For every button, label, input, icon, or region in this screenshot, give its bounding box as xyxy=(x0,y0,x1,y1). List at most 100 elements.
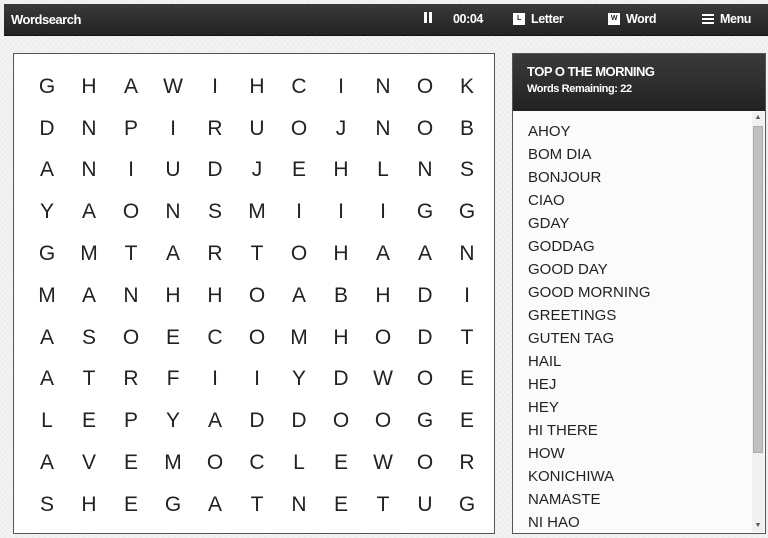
grid-cell[interactable]: V xyxy=(68,442,110,484)
grid-cell[interactable]: G xyxy=(446,484,488,526)
grid-cell[interactable]: L xyxy=(26,400,68,442)
grid-cell[interactable]: A xyxy=(26,150,68,192)
grid-cell[interactable]: I xyxy=(320,66,362,108)
grid-cell[interactable]: I xyxy=(236,359,278,401)
grid-cell[interactable]: D xyxy=(26,108,68,150)
grid-cell[interactable]: O xyxy=(110,191,152,233)
letter-grid[interactable]: GHAWIHCINOKDNPIRUOJNOBANIUDJEHLNSYAONSMI… xyxy=(26,66,488,526)
menu-button[interactable]: Menu xyxy=(702,12,751,26)
grid-cell[interactable]: H xyxy=(236,66,278,108)
grid-cell[interactable]: H xyxy=(320,317,362,359)
grid-cell[interactable]: Y xyxy=(152,400,194,442)
grid-cell[interactable]: O xyxy=(278,233,320,275)
pause-button[interactable] xyxy=(424,12,433,23)
grid-cell[interactable]: A xyxy=(26,317,68,359)
grid-cell[interactable]: O xyxy=(404,442,446,484)
grid-cell[interactable]: I xyxy=(446,275,488,317)
grid-cell[interactable]: N xyxy=(362,66,404,108)
grid-cell[interactable]: R xyxy=(446,442,488,484)
grid-cell[interactable]: E xyxy=(446,400,488,442)
grid-cell[interactable]: W xyxy=(152,66,194,108)
grid-cell[interactable]: E xyxy=(446,359,488,401)
grid-cell[interactable]: C xyxy=(278,66,320,108)
grid-cell[interactable]: G xyxy=(152,484,194,526)
grid-cell[interactable]: R xyxy=(194,108,236,150)
grid-cell[interactable]: O xyxy=(278,108,320,150)
grid-cell[interactable]: N xyxy=(362,108,404,150)
grid-cell[interactable]: M xyxy=(236,191,278,233)
grid-cell[interactable]: A xyxy=(362,233,404,275)
grid-cell[interactable]: C xyxy=(236,442,278,484)
grid-cell[interactable]: J xyxy=(320,108,362,150)
grid-cell[interactable]: T xyxy=(236,484,278,526)
grid-cell[interactable]: E xyxy=(320,484,362,526)
grid-cell[interactable]: A xyxy=(68,275,110,317)
grid-cell[interactable]: D xyxy=(278,400,320,442)
grid-cell[interactable]: S xyxy=(26,484,68,526)
grid-cell[interactable]: N xyxy=(278,484,320,526)
grid-cell[interactable]: A xyxy=(194,400,236,442)
grid-cell[interactable]: E xyxy=(110,484,152,526)
grid-cell[interactable]: L xyxy=(362,150,404,192)
grid-cell[interactable]: E xyxy=(110,442,152,484)
grid-cell[interactable]: N xyxy=(110,275,152,317)
letter-hint-button[interactable]: L Letter xyxy=(513,12,564,26)
grid-cell[interactable]: T xyxy=(236,233,278,275)
grid-cell[interactable]: D xyxy=(404,317,446,359)
grid-cell[interactable]: O xyxy=(194,442,236,484)
grid-cell[interactable]: H xyxy=(194,275,236,317)
grid-cell[interactable]: N xyxy=(68,108,110,150)
grid-cell[interactable]: W xyxy=(362,359,404,401)
grid-cell[interactable]: M xyxy=(152,442,194,484)
grid-cell[interactable]: E xyxy=(68,400,110,442)
grid-cell[interactable]: P xyxy=(110,108,152,150)
grid-cell[interactable]: O xyxy=(362,400,404,442)
grid-cell[interactable]: E xyxy=(278,150,320,192)
grid-cell[interactable]: N xyxy=(152,191,194,233)
grid-cell[interactable]: I xyxy=(320,191,362,233)
grid-cell[interactable]: G xyxy=(26,66,68,108)
grid-cell[interactable]: I xyxy=(362,191,404,233)
grid-cell[interactable]: A xyxy=(404,233,446,275)
grid-cell[interactable]: R xyxy=(194,233,236,275)
grid-cell[interactable]: R xyxy=(110,359,152,401)
grid-cell[interactable]: U xyxy=(404,484,446,526)
grid-cell[interactable]: O xyxy=(320,400,362,442)
grid-cell[interactable]: I xyxy=(152,108,194,150)
grid-cell[interactable]: B xyxy=(446,108,488,150)
grid-cell[interactable]: S xyxy=(446,150,488,192)
word-list-scrollbar[interactable]: ▲ ▼ xyxy=(752,112,764,532)
grid-cell[interactable]: O xyxy=(110,317,152,359)
grid-cell[interactable]: I xyxy=(194,66,236,108)
grid-cell[interactable]: T xyxy=(446,317,488,359)
word-hint-button[interactable]: W Word xyxy=(608,12,657,26)
grid-cell[interactable]: W xyxy=(362,442,404,484)
grid-cell[interactable]: T xyxy=(110,233,152,275)
grid-cell[interactable]: H xyxy=(68,66,110,108)
grid-cell[interactable]: H xyxy=(362,275,404,317)
grid-cell[interactable]: T xyxy=(68,359,110,401)
grid-cell[interactable]: I xyxy=(110,150,152,192)
grid-cell[interactable]: O xyxy=(404,66,446,108)
grid-cell[interactable]: U xyxy=(236,108,278,150)
grid-cell[interactable]: S xyxy=(68,317,110,359)
grid-cell[interactable]: T xyxy=(362,484,404,526)
grid-cell[interactable]: G xyxy=(26,233,68,275)
grid-cell[interactable]: D xyxy=(194,150,236,192)
grid-cell[interactable]: K xyxy=(446,66,488,108)
grid-cell[interactable]: E xyxy=(152,317,194,359)
grid-cell[interactable]: Y xyxy=(278,359,320,401)
grid-cell[interactable]: A xyxy=(68,191,110,233)
scrollbar-thumb[interactable] xyxy=(753,126,763,453)
grid-cell[interactable]: A xyxy=(110,66,152,108)
grid-cell[interactable]: B xyxy=(320,275,362,317)
grid-cell[interactable]: H xyxy=(320,233,362,275)
grid-cell[interactable]: G xyxy=(404,191,446,233)
grid-cell[interactable]: S xyxy=(194,191,236,233)
scroll-up-arrow-icon[interactable]: ▲ xyxy=(752,112,764,124)
grid-cell[interactable]: D xyxy=(320,359,362,401)
grid-cell[interactable]: P xyxy=(110,400,152,442)
grid-cell[interactable]: N xyxy=(404,150,446,192)
grid-cell[interactable]: Y xyxy=(26,191,68,233)
grid-cell[interactable]: O xyxy=(236,317,278,359)
